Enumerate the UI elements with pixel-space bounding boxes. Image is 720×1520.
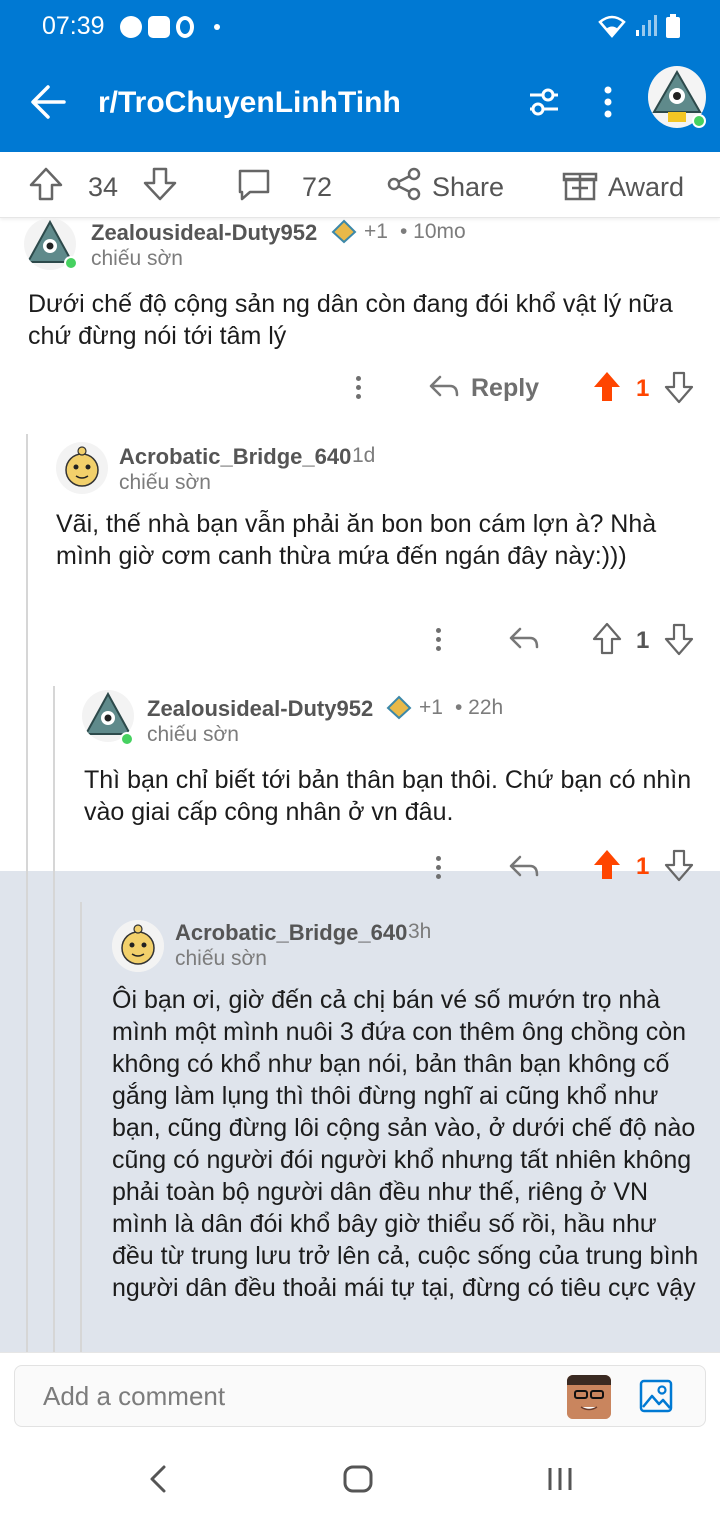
back-arrow-icon[interactable]	[28, 82, 68, 127]
reply-icon[interactable]	[508, 624, 540, 659]
thread-line	[80, 902, 82, 1352]
comment-score: 1	[636, 627, 650, 654]
award-label: Award	[608, 172, 685, 202]
downvote-icon[interactable]	[664, 848, 694, 887]
opera-icon	[176, 16, 194, 38]
battery-icon	[666, 14, 680, 38]
signal-icon	[636, 15, 657, 36]
user-flair: chiếu sờn	[119, 471, 211, 494]
system-navigation-bar	[0, 1438, 720, 1520]
comment-score: 1	[636, 853, 650, 880]
comments-button[interactable]: 72	[236, 166, 332, 209]
status-bar: 07:39	[0, 0, 720, 56]
status-time: 07:39	[42, 12, 105, 40]
comment-username[interactable]: Zealousideal-Duty952	[147, 696, 373, 722]
image-icon[interactable]	[639, 1379, 673, 1418]
more-options-icon[interactable]	[434, 626, 442, 654]
avatar[interactable]	[112, 920, 164, 972]
subreddit-title[interactable]: r/TroChuyenLinhTinh	[98, 86, 401, 120]
online-indicator	[120, 732, 134, 746]
more-options-icon[interactable]	[434, 854, 442, 882]
flair-score: +1	[419, 696, 443, 719]
comment-count: 72	[302, 172, 333, 202]
upvote-icon[interactable]	[592, 622, 622, 661]
flair-icon	[386, 694, 412, 725]
app-header: r/TroChuyenLinhTinh	[0, 56, 720, 152]
comment-input-bar: Add a comment	[0, 1352, 720, 1438]
reply-button[interactable]: Reply	[471, 374, 539, 403]
comment-age: • 22h	[455, 696, 504, 719]
comment-icon	[236, 166, 272, 209]
current-user-avatar	[567, 1375, 611, 1419]
user-flair: chiếu sờn	[147, 723, 239, 746]
share-button[interactable]: Share	[386, 166, 504, 209]
filter-icon[interactable]	[526, 84, 562, 125]
upvote-icon[interactable]	[592, 370, 622, 409]
comment-username[interactable]: Acrobatic_Bridge_640	[119, 444, 351, 470]
comment-body: Dưới chế độ cộng sản ng dân còn đang đói…	[28, 290, 673, 350]
comment-body: Ôi bạn ơi, giờ đến cả chị bán vé số mướn…	[112, 986, 699, 1302]
system-icons	[598, 14, 680, 38]
downvote-icon[interactable]	[142, 166, 178, 209]
upvote-icon[interactable]	[592, 848, 622, 887]
comment-body: Thì bạn chỉ biết tới bản thân bạn thôi. …	[84, 766, 692, 826]
comment-age: 1d	[352, 444, 376, 467]
thread-line	[26, 434, 28, 1352]
more-vertical-icon[interactable]	[598, 84, 618, 125]
nav-back-icon[interactable]	[146, 1464, 168, 1499]
online-indicator	[64, 256, 78, 270]
thread-line	[53, 686, 55, 1352]
comment-age: 3h	[408, 920, 432, 943]
comment-score: 1	[636, 375, 650, 402]
share-icon	[386, 166, 422, 209]
youtube-icon	[148, 16, 170, 38]
user-flair: chiếu sờn	[175, 947, 267, 970]
nav-home-icon[interactable]	[342, 1464, 374, 1499]
award-button[interactable]: Award	[562, 166, 684, 209]
vote-group: 34	[28, 166, 178, 209]
comment-age: • 10mo	[400, 220, 466, 243]
more-options-icon[interactable]	[354, 374, 362, 402]
downvote-icon[interactable]	[664, 622, 694, 661]
messenger-icon	[120, 16, 142, 38]
reply-icon[interactable]	[508, 852, 540, 887]
flair-icon	[331, 218, 357, 249]
post-action-bar: 34 72 Share Award	[0, 152, 720, 218]
wifi-icon	[598, 15, 626, 38]
award-icon	[562, 166, 598, 209]
avatar[interactable]	[56, 442, 108, 494]
reply-icon[interactable]	[428, 372, 460, 407]
comment-username[interactable]: Acrobatic_Bridge_640	[175, 920, 407, 946]
comment-placeholder: Add a comment	[43, 1381, 226, 1411]
notification-icons	[120, 16, 220, 38]
share-label: Share	[432, 172, 505, 202]
comment-input[interactable]: Add a comment	[14, 1365, 706, 1427]
online-indicator	[692, 114, 706, 128]
flair-score: +1	[364, 220, 388, 243]
more-notifications-icon	[214, 24, 220, 30]
post-score: 34	[88, 172, 119, 202]
nav-recents-icon[interactable]	[544, 1464, 576, 1499]
upvote-icon[interactable]	[28, 166, 64, 209]
comment-username[interactable]: Zealousideal-Duty952	[91, 220, 317, 246]
downvote-icon[interactable]	[664, 370, 694, 409]
user-flair: chiếu sờn	[91, 247, 183, 270]
comment-body: Vãi, thế nhà bạn vẫn phải ăn bon bon cám…	[56, 510, 657, 570]
